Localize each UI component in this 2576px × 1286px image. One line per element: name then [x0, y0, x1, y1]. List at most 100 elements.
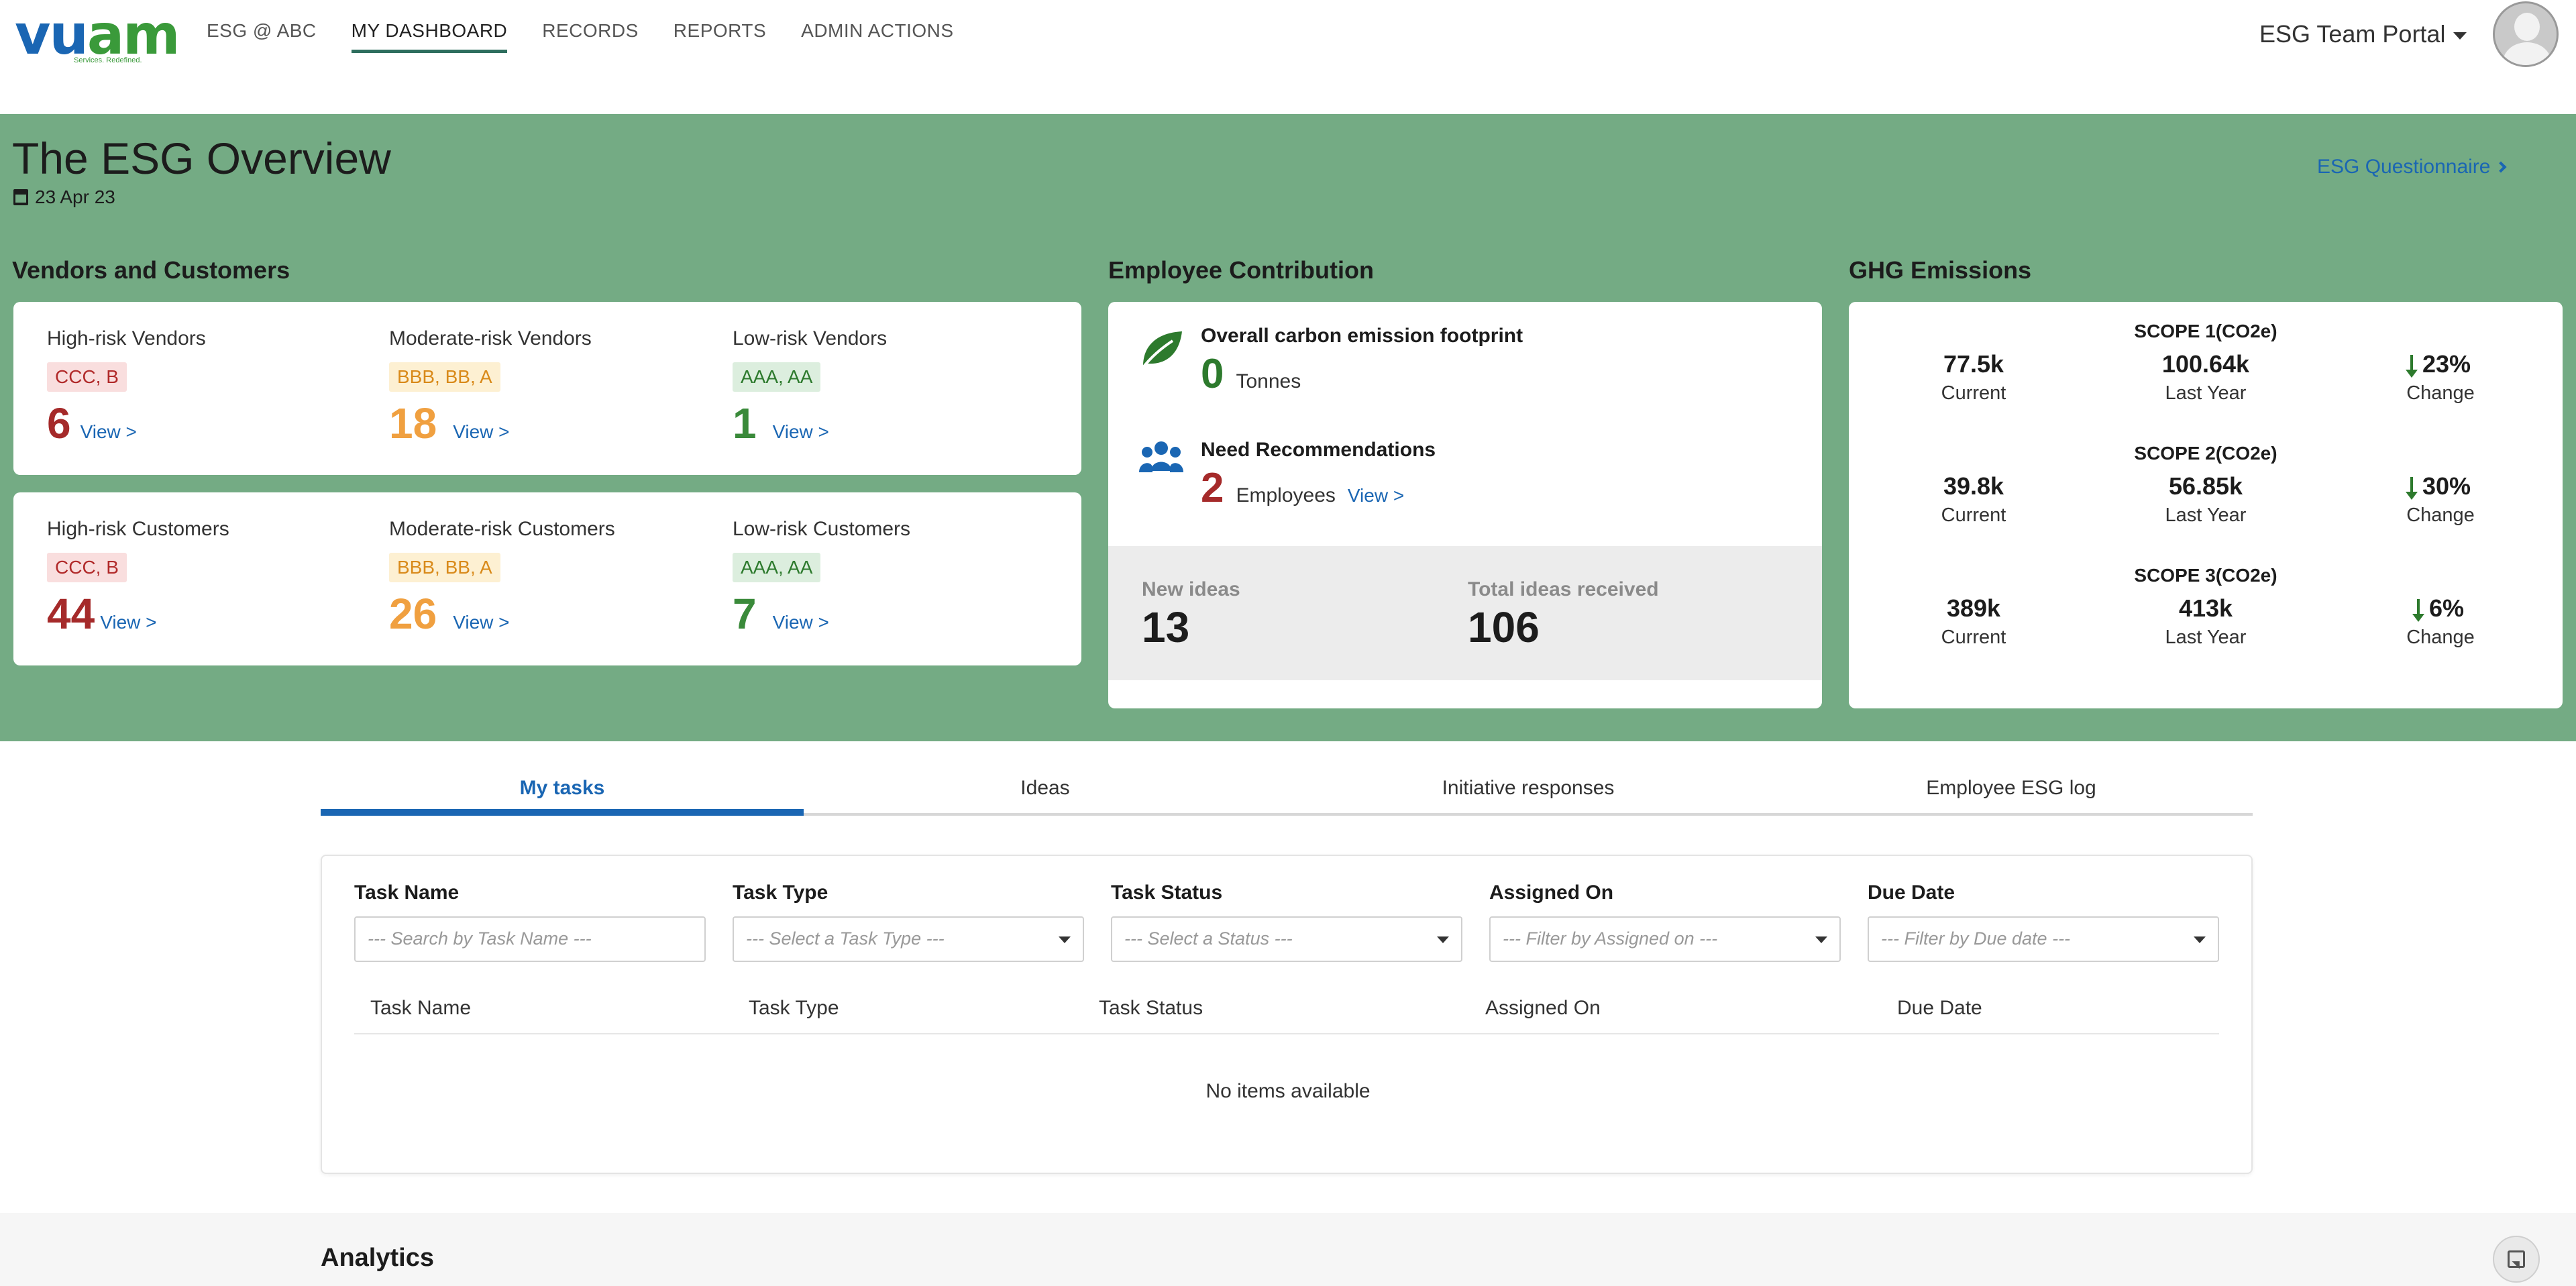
risk-count: 1 [733, 399, 757, 447]
select-placeholder: --- Filter by Assigned on --- [1503, 928, 1718, 949]
scope-1-block: SCOPE 1(CO2e) 77.5k Current 100.64k Last… [1849, 321, 2563, 417]
arrow-down-icon [2412, 599, 2424, 622]
moderate-risk-vendors: Moderate-risk Vendors BBB, BB, A 18 View… [389, 327, 592, 448]
view-moderate-risk-vendors-link[interactable]: View > [453, 421, 509, 443]
view-high-risk-vendors-link[interactable]: View > [80, 421, 137, 443]
risk-rating-badge: BBB, BB, A [389, 362, 500, 392]
portal-switcher[interactable]: ESG Team Portal [2259, 20, 2467, 48]
assigned-on-filter: Assigned On --- Filter by Assigned on --… [1489, 881, 1841, 962]
risk-count: 44 [47, 590, 95, 638]
risk-rating-badge: CCC, B [47, 553, 127, 582]
due-date-select[interactable]: --- Filter by Due date --- [1868, 916, 2219, 962]
task-status-select[interactable]: --- Select a Status --- [1111, 916, 1462, 962]
scope-current: 389k Current [1941, 594, 2006, 648]
avatar-head-shape [2514, 13, 2540, 41]
risk-label: Moderate-risk Customers [389, 518, 615, 540]
risk-rating-badge: CCC, B [47, 362, 127, 392]
scope-last-year: 100.64k Last Year [2161, 350, 2250, 404]
risk-count: 7 [733, 590, 757, 638]
select-cursor-icon [2508, 1250, 2525, 1268]
new-ideas-label: New ideas [1142, 578, 1240, 600]
risk-count: 26 [389, 590, 437, 638]
tab-employee-esg-log[interactable]: Employee ESG log [1770, 769, 2253, 813]
nav-my-dashboard[interactable]: MY DASHBOARD [351, 20, 508, 53]
task-name-filter: Task Name [354, 881, 706, 962]
view-low-risk-customers-link[interactable]: View > [773, 612, 829, 633]
task-status-filter: Task Status --- Select a Status --- [1111, 881, 1462, 962]
column-header-task-status[interactable]: Task Status [1099, 997, 1203, 1020]
filter-label: Due Date [1868, 881, 1955, 904]
ghg-emissions-card: SCOPE 1(CO2e) 77.5k Current 100.64k Last… [1849, 302, 2563, 708]
nav-records[interactable]: RECORDS [542, 20, 639, 53]
vuram-logo[interactable]: vuam Services. Redefined. [15, 5, 180, 66]
select-placeholder: --- Filter by Due date --- [1881, 928, 2071, 949]
carbon-footprint-value: 0 [1201, 351, 1224, 397]
user-avatar[interactable] [2493, 1, 2559, 67]
avatar-body-shape [2503, 42, 2551, 65]
nav-esg-abc[interactable]: ESG @ ABC [207, 20, 317, 53]
top-navbar: vuam Services. Redefined. ESG @ ABC MY D… [0, 0, 2576, 114]
esg-questionnaire-link[interactable]: ESG Questionnaire [2317, 156, 2507, 178]
risk-label: High-risk Vendors [47, 327, 206, 350]
scope-last-year: 56.85k Last Year [2165, 472, 2247, 526]
total-ideas-value: 106 [1468, 603, 1540, 651]
arrow-down-icon [2405, 355, 2418, 378]
leaf-icon [1140, 331, 1182, 370]
nav-admin-actions[interactable]: ADMIN ACTIONS [801, 20, 953, 53]
risk-rating-badge: AAA, AA [733, 362, 821, 392]
low-risk-customers: Low-risk Customers AAA, AA 7 View > [733, 518, 910, 639]
new-ideas-value: 13 [1142, 603, 1190, 651]
task-tabs: My tasks Ideas Initiative responses Empl… [321, 769, 2253, 816]
vendors-card: High-risk Vendors CCC, B 6 View > Modera… [13, 302, 1081, 475]
risk-rating-badge: BBB, BB, A [389, 553, 500, 582]
risk-rating-badge: AAA, AA [733, 553, 821, 582]
view-high-risk-customers-link[interactable]: View > [100, 612, 156, 633]
recommendations-unit: Employees [1236, 484, 1336, 506]
scope-change: 6% Change [2406, 594, 2475, 648]
select-placeholder: --- Select a Status --- [1124, 928, 1293, 949]
scope-2-block: SCOPE 2(CO2e) 39.8k Current 56.85k Last … [1849, 443, 2563, 539]
customers-card: High-risk Customers CCC, B 44 View > Mod… [13, 492, 1081, 665]
vendors-customers-title: Vendors and Customers [12, 256, 290, 284]
analytics-title: Analytics [321, 1244, 434, 1272]
view-recommendations-link[interactable]: View > [1348, 485, 1404, 506]
nav-reports[interactable]: REPORTS [674, 20, 766, 53]
scope-change: 23% Change [2405, 350, 2475, 404]
low-risk-vendors: Low-risk Vendors AAA, AA 1 View > [733, 327, 887, 448]
column-header-task-name[interactable]: Task Name [370, 997, 471, 1020]
column-header-assigned-on[interactable]: Assigned On [1485, 997, 1601, 1020]
tab-initiative-responses[interactable]: Initiative responses [1287, 769, 1770, 813]
logo-tagline: Services. Redefined. [74, 56, 142, 64]
filter-label: Task Name [354, 881, 460, 904]
assigned-on-select[interactable]: --- Filter by Assigned on --- [1489, 916, 1841, 962]
view-moderate-risk-customers-link[interactable]: View > [453, 612, 509, 633]
moderate-risk-customers: Moderate-risk Customers BBB, BB, A 26 Vi… [389, 518, 615, 639]
caret-down-icon [2453, 32, 2467, 40]
task-name-search-box [354, 916, 706, 962]
employee-contribution-card: Overall carbon emission footprint 0 Tonn… [1108, 302, 1822, 708]
portal-label: ESG Team Portal [2259, 20, 2446, 48]
total-ideas: Total ideas received 106 [1468, 578, 1659, 652]
task-type-select[interactable]: --- Select a Task Type --- [733, 916, 1084, 962]
column-header-due-date[interactable]: Due Date [1897, 997, 1982, 1020]
select-placeholder: --- Select a Task Type --- [746, 928, 945, 949]
tab-my-tasks[interactable]: My tasks [321, 769, 804, 816]
calendar-icon [13, 189, 28, 205]
arrow-down-icon [2405, 477, 2418, 500]
high-risk-customers: High-risk Customers CCC, B 44 View > [47, 518, 229, 639]
questionnaire-label: ESG Questionnaire [2317, 156, 2491, 178]
filter-label: Task Type [733, 881, 828, 904]
due-date-filter: Due Date --- Filter by Due date --- [1868, 881, 2219, 962]
high-risk-vendors: High-risk Vendors CCC, B 6 View > [47, 327, 206, 448]
risk-count: 6 [47, 399, 71, 447]
carbon-footprint-unit: Tonnes [1236, 370, 1301, 392]
caret-down-icon [2194, 936, 2206, 943]
task-name-search-input[interactable] [368, 928, 692, 949]
recommendations-title: Need Recommendations [1201, 439, 1436, 461]
esg-overview-section: The ESG Overview 23 Apr 23 ESG Questionn… [0, 114, 2576, 741]
floating-action-button[interactable] [2493, 1236, 2540, 1283]
column-header-task-type[interactable]: Task Type [749, 997, 839, 1020]
view-low-risk-vendors-link[interactable]: View > [773, 421, 829, 443]
tab-ideas[interactable]: Ideas [804, 769, 1287, 813]
filter-label: Assigned On [1489, 881, 1614, 904]
